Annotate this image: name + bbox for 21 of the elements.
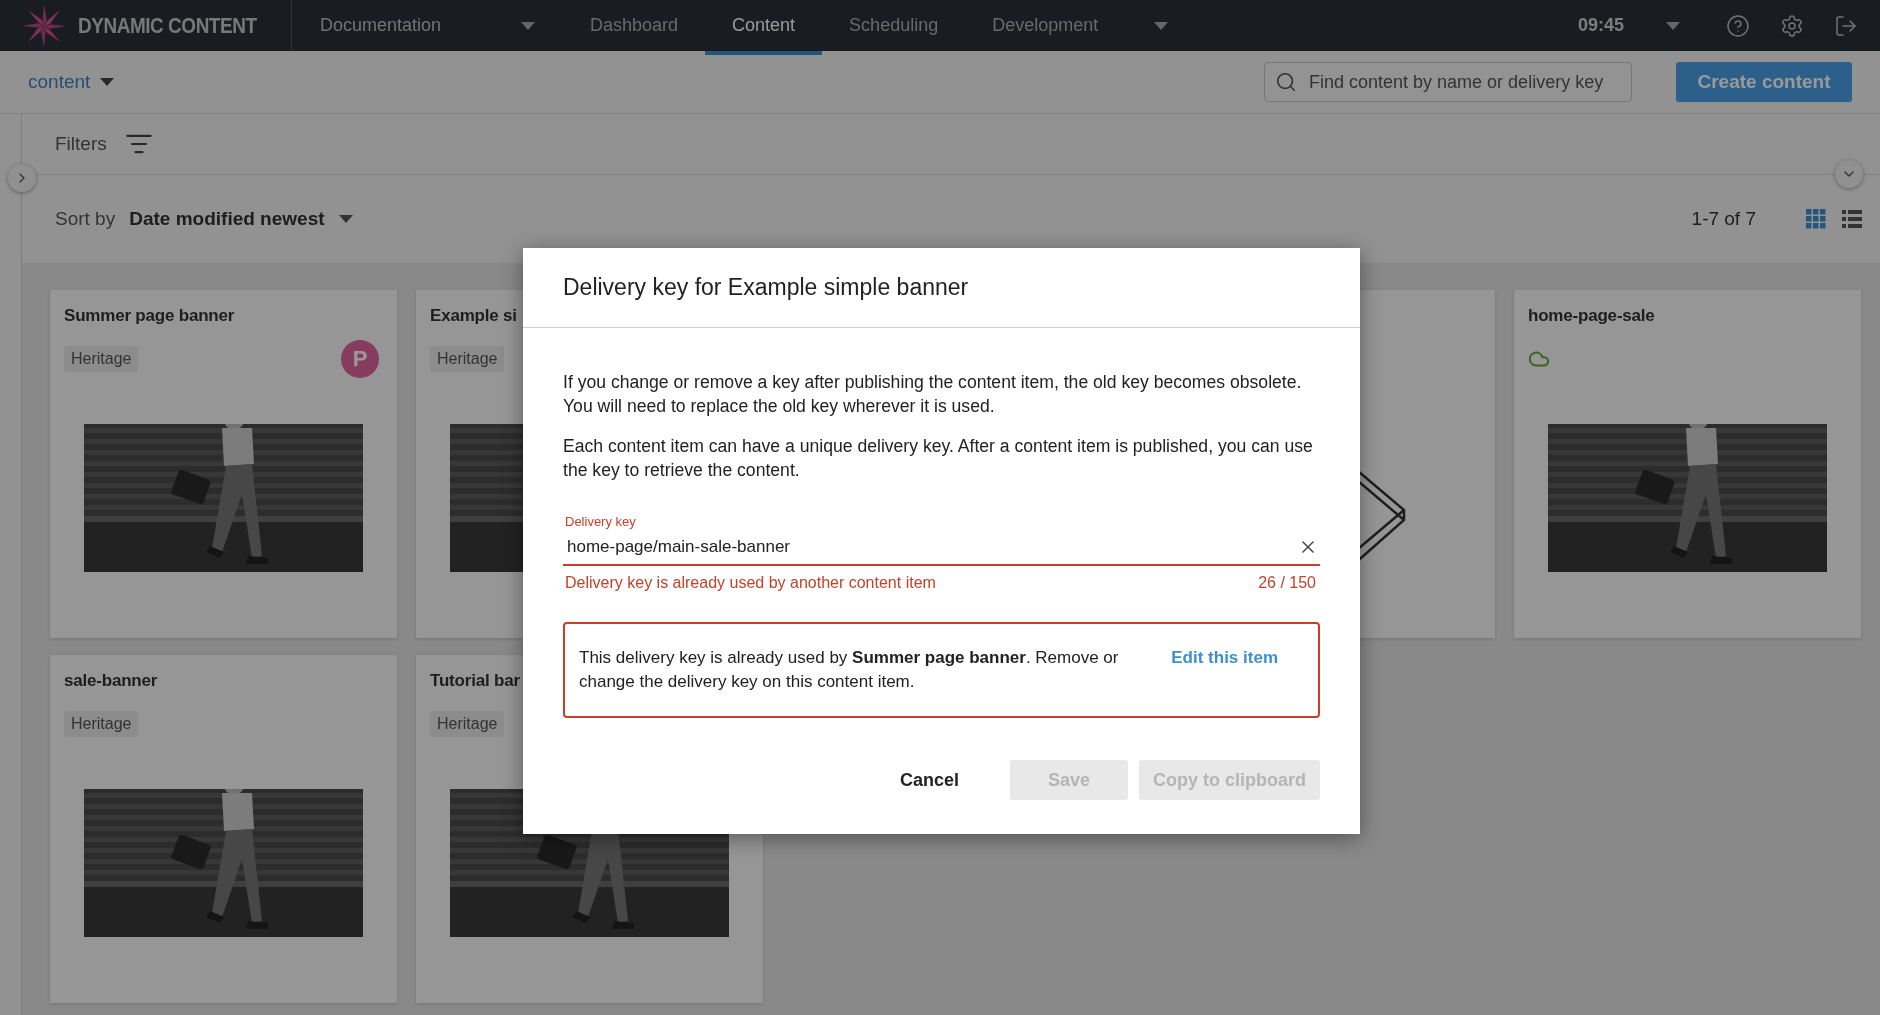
tag-chip: Heritage xyxy=(430,711,505,737)
field-label: Delivery key xyxy=(565,514,636,529)
user-avatar: P xyxy=(341,340,379,378)
character-counter: 26 / 150 xyxy=(1258,574,1316,592)
error-message: Delivery key is already used by another content item xyxy=(565,574,936,592)
card-title: Example si xyxy=(430,306,517,327)
clock-time: 09:45 xyxy=(1577,15,1624,36)
app-title: DYNAMIC CONTENT xyxy=(78,12,257,39)
card-title: Summer page banner xyxy=(64,306,235,327)
tag-chip: Heritage xyxy=(430,346,505,372)
tag-chip: Heritage xyxy=(64,711,139,737)
dialog-paragraph: If you change or remove a key after publishing the content item, the old key becomes obsolete. You will need to replace the old key wherever it is used. xyxy=(563,371,1303,418)
dialog-title: Delivery key for Example simple banner xyxy=(523,248,1360,328)
dialog-paragraph: Each content item can have a unique delivery key. After a content item is published, you can use the key to retrieve the content. xyxy=(563,435,1314,482)
sort-label: Sort by xyxy=(55,208,116,230)
card-title: Tutorial bar xyxy=(430,671,520,692)
card-title: sale-banner xyxy=(64,671,158,692)
result-count: 1-7 of 7 xyxy=(1691,208,1756,230)
card-title: home-page-sale xyxy=(1528,306,1655,327)
alert-message: This delivery key is already used by Summer page banner. Remove or change the delivery key on this content item. xyxy=(579,647,1120,693)
tag-chip: Heritage xyxy=(64,346,139,372)
